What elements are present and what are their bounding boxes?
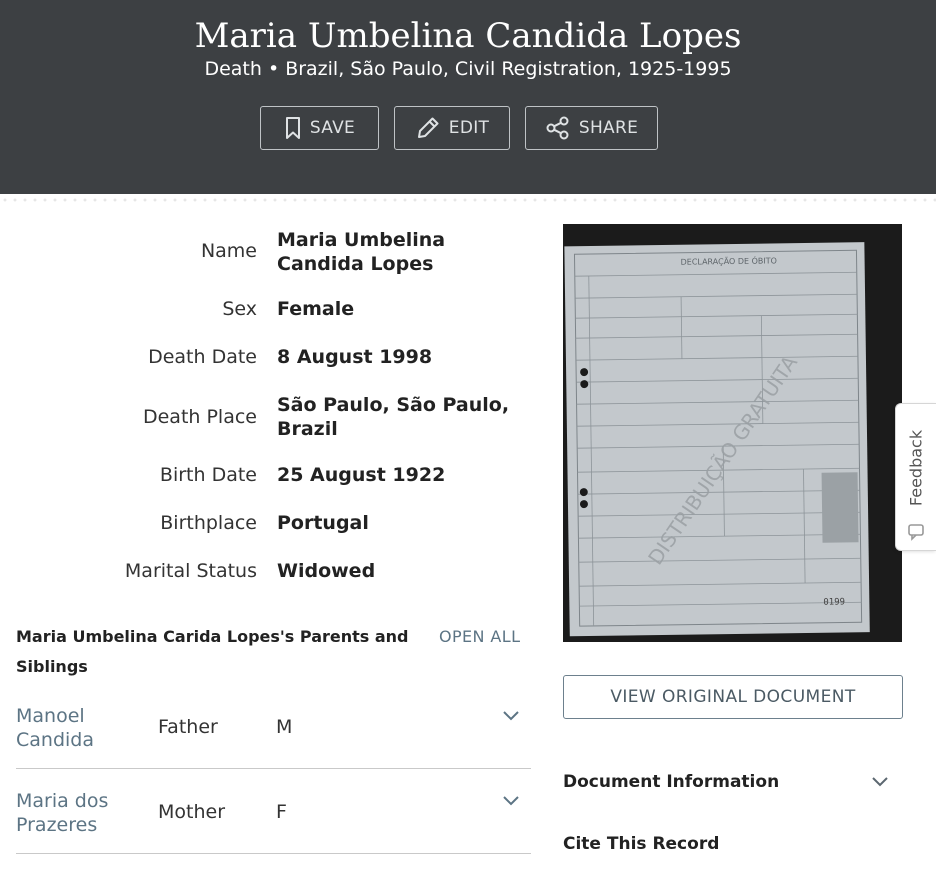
share-button[interactable]: SHARE bbox=[525, 106, 658, 150]
share-button-label: SHARE bbox=[578, 118, 639, 138]
view-original-document-button[interactable]: VIEW ORIGINAL DOCUMENT bbox=[563, 675, 903, 719]
field-value: Widowed bbox=[277, 560, 376, 582]
field-label: Marital Status bbox=[124, 560, 257, 582]
page-title: Maria Umbelina Candida Lopes bbox=[194, 16, 742, 56]
field-label: Death Date bbox=[148, 346, 257, 368]
chevron-down-icon[interactable] bbox=[501, 708, 521, 727]
parents-siblings-heading: Maria Umbelina Carida Lopes's Parents an… bbox=[16, 627, 409, 676]
relative-name-link[interactable]: Manoel Candida bbox=[16, 704, 146, 752]
field-value: São Paulo, São Paulo, Brazil bbox=[277, 394, 510, 440]
feedback-label: Feedback bbox=[906, 429, 926, 507]
field-value: 25 August 1922 bbox=[277, 464, 446, 486]
feedback-tab[interactable]: Feedback bbox=[895, 403, 936, 551]
save-button-label: SAVE bbox=[309, 118, 356, 138]
document-image-number: 0199 bbox=[823, 597, 845, 607]
field-label: Name bbox=[200, 240, 257, 262]
edit-button[interactable]: EDIT bbox=[394, 106, 510, 150]
header-divider bbox=[0, 194, 936, 206]
relative-relation: Father bbox=[158, 716, 218, 738]
chevron-down-icon[interactable] bbox=[501, 793, 521, 812]
field-value: Portugal bbox=[277, 512, 369, 534]
field-value: 8 August 1998 bbox=[277, 346, 433, 368]
bookmark-icon bbox=[284, 116, 302, 140]
chevron-down-icon[interactable] bbox=[870, 774, 890, 793]
save-button[interactable]: SAVE bbox=[260, 106, 379, 150]
document-image-thumbnail[interactable]: DECLARAÇÃO DE ÓBITO 0199 DISTRIBUIÇÃO GR… bbox=[563, 224, 902, 642]
cite-this-record-heading[interactable]: Cite This Record bbox=[563, 834, 719, 854]
field-label: Death Place bbox=[142, 406, 257, 428]
share-icon bbox=[545, 115, 571, 141]
record-collection-subtitle: Death • Brazil, São Paulo, Civil Registr… bbox=[204, 58, 732, 80]
relative-name-link[interactable]: Maria dos Prazeres bbox=[16, 789, 146, 837]
field-value: Female bbox=[277, 298, 355, 320]
edit-button-label: EDIT bbox=[448, 118, 490, 138]
document-information-heading[interactable]: Document Information bbox=[563, 772, 779, 792]
relative-row-father[interactable]: Manoel Candida Father M bbox=[16, 700, 531, 769]
relative-row-mother[interactable]: Maria dos Prazeres Mother F bbox=[16, 785, 531, 854]
open-all-link[interactable]: OPEN ALL bbox=[439, 627, 520, 646]
record-header: Maria Umbelina Candida Lopes Death • Bra… bbox=[0, 0, 936, 194]
relative-sex: M bbox=[276, 716, 293, 738]
field-label: Sex bbox=[222, 298, 257, 320]
relative-sex: F bbox=[276, 801, 287, 823]
field-label: Birthplace bbox=[160, 512, 257, 534]
field-label: Birth Date bbox=[159, 464, 257, 486]
feedback-icon bbox=[906, 522, 926, 546]
relative-relation: Mother bbox=[158, 801, 226, 823]
pencil-icon bbox=[415, 115, 441, 141]
field-value: Maria Umbelina Candida Lopes bbox=[277, 229, 446, 275]
